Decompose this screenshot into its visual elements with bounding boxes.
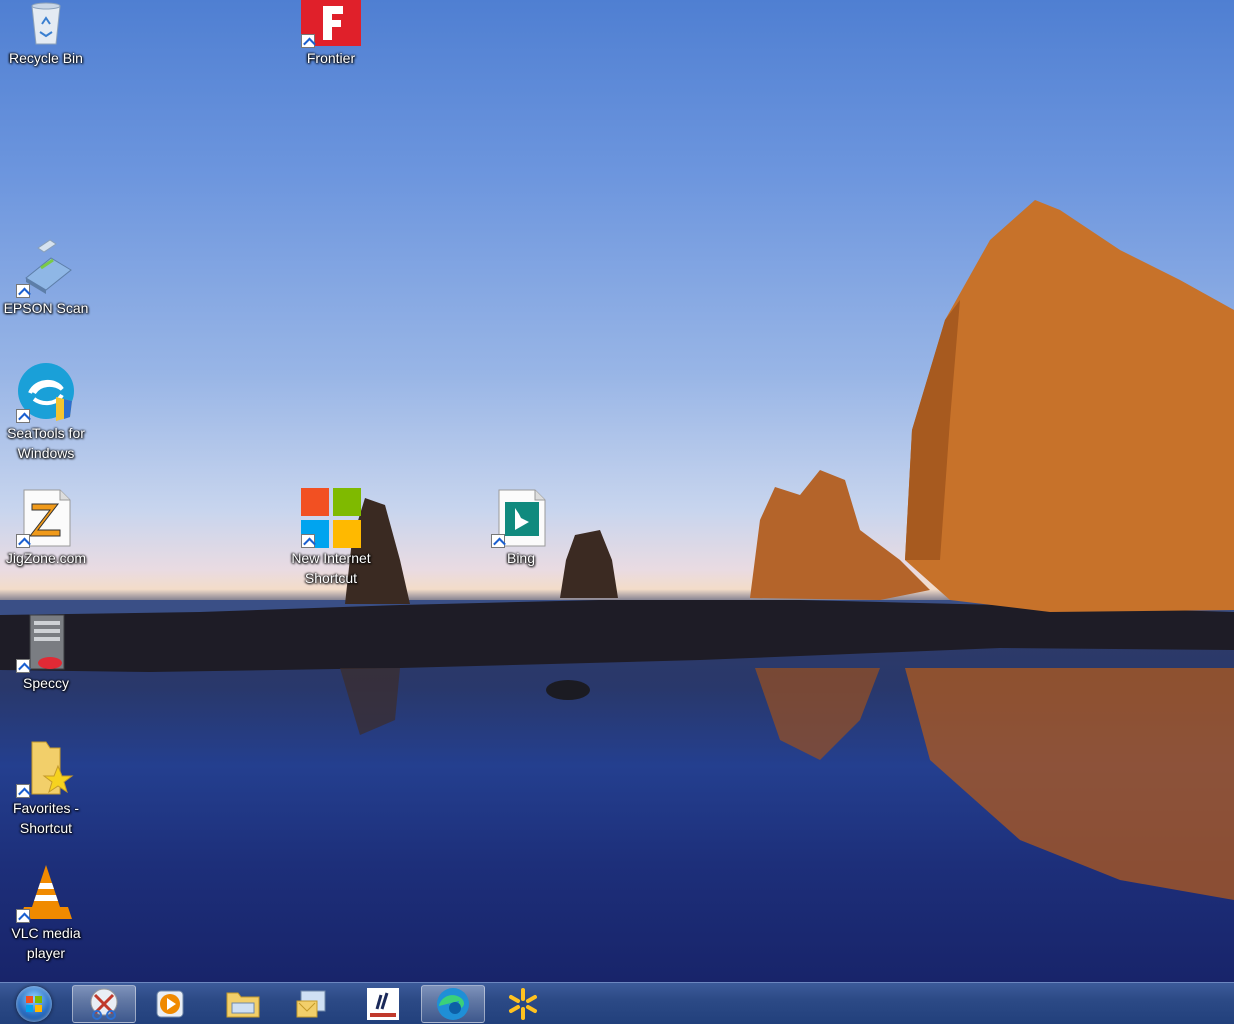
taskbar-app-tile[interactable] (351, 985, 415, 1023)
walmart-icon (509, 988, 537, 1020)
shortcut-arrow-icon (16, 534, 30, 548)
file-explorer-icon (226, 992, 260, 1018)
frontier-icon (301, 0, 361, 48)
taskbar-outlook[interactable] (281, 985, 345, 1023)
desktop-icon-jigzone[interactable]: JigZone.com (1, 488, 91, 568)
taskbar-edge[interactable] (421, 985, 485, 1023)
desktop: Recycle Bin Frontier EPSON Scan SeaTools… (0, 0, 1234, 982)
speccy-icon (16, 613, 76, 673)
scanner-icon (16, 238, 76, 298)
icon-label: SeaTools for Windows (7, 425, 85, 461)
desktop-icon-epson-scan[interactable]: EPSON Scan (1, 238, 91, 318)
icon-label: Recycle Bin (9, 50, 83, 66)
icon-label: VLC media player (11, 925, 81, 961)
outlook-icon (296, 990, 326, 1018)
vlc-icon (16, 863, 76, 923)
favorites-folder-icon (16, 738, 76, 798)
icon-label: Bing (506, 550, 536, 566)
haystack-rock (905, 200, 1234, 612)
wallpaper (0, 200, 1234, 900)
beach-rock (546, 680, 590, 700)
shortcut-arrow-icon (16, 409, 30, 423)
icon-label: JigZone.com (5, 550, 87, 566)
shortcut-arrow-icon (301, 534, 315, 548)
media-player-icon (156, 990, 184, 1018)
icon-label: Speccy (23, 675, 69, 691)
start-button[interactable] (12, 985, 56, 1023)
snipping-tool-icon (90, 988, 118, 1020)
taskbar-snipping-tool[interactable] (72, 985, 136, 1023)
desktop-icon-recycle-bin[interactable]: Recycle Bin (1, 0, 91, 68)
icon-label: Frontier (306, 50, 356, 66)
taskbar-file-explorer[interactable] (211, 985, 275, 1023)
taskbar-media-player[interactable] (138, 985, 202, 1023)
shortcut-arrow-icon (16, 659, 30, 673)
desktop-icon-bing[interactable]: Bing (476, 488, 566, 568)
jigzone-icon (16, 488, 76, 548)
desktop-icon-new-internet-shortcut[interactable]: New Internet Shortcut (286, 488, 376, 588)
small-stack (560, 530, 618, 598)
taskbar-walmart[interactable] (491, 985, 555, 1023)
needle-rock (750, 470, 930, 600)
taskbar (0, 982, 1234, 1024)
desktop-icon-seatools[interactable]: SeaTools for Windows (1, 363, 91, 463)
icon-label: New Internet Shortcut (291, 550, 371, 586)
shortcut-arrow-icon (16, 284, 30, 298)
rock-reflection (905, 668, 1234, 900)
shortcut-arrow-icon (491, 534, 505, 548)
icon-label: Favorites - Shortcut (12, 800, 80, 836)
desktop-icon-vlc[interactable]: VLC media player (1, 863, 91, 963)
app-tile-icon (367, 988, 399, 1020)
edge-icon (437, 988, 469, 1020)
shortcut-arrow-icon (16, 909, 30, 923)
shortcut-arrow-icon (16, 784, 30, 798)
microsoft-logo-icon (301, 488, 361, 548)
bing-icon (491, 488, 551, 548)
stack-reflection (340, 668, 400, 735)
desktop-icon-frontier[interactable]: Frontier (286, 0, 376, 68)
shortcut-arrow-icon (301, 34, 315, 48)
start-orb-icon (16, 986, 52, 1022)
needle-reflection (755, 668, 880, 760)
seatools-icon (16, 363, 76, 423)
recycle-bin-icon (16, 0, 76, 48)
icon-label: EPSON Scan (3, 300, 89, 316)
desktop-icon-speccy[interactable]: Speccy (1, 613, 91, 693)
desktop-icon-favorites[interactable]: Favorites - Shortcut (1, 738, 91, 838)
